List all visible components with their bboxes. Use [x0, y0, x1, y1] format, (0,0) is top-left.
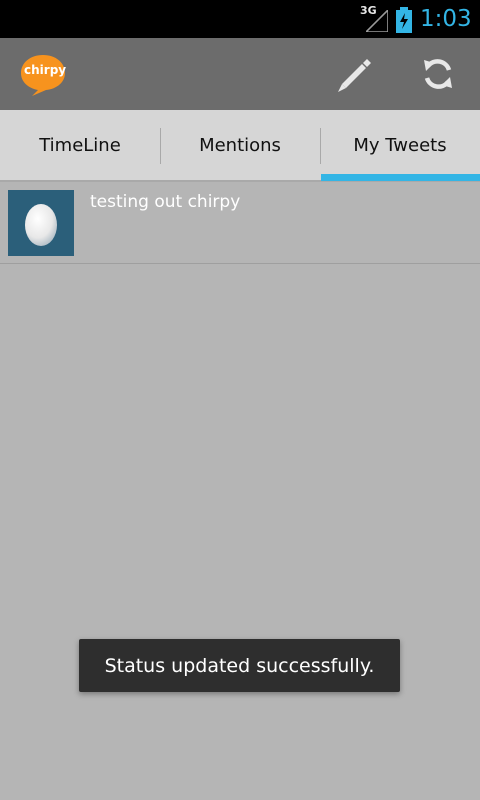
refresh-button[interactable] [402, 38, 474, 110]
refresh-icon [424, 59, 452, 89]
signal-icon [366, 10, 388, 32]
action-bar: chirpy [0, 38, 480, 110]
list-item[interactable]: testing out chirpy [0, 182, 480, 264]
compose-button[interactable] [318, 38, 390, 110]
tweet-text: testing out chirpy [90, 192, 241, 212]
network-indicator: 3G [360, 4, 390, 32]
tab-mentions[interactable]: Mentions [160, 110, 320, 180]
egg-avatar-icon [25, 204, 57, 246]
toast: Status updated successfully. [79, 639, 400, 692]
pencil-icon [338, 59, 371, 92]
avatar[interactable] [8, 190, 74, 256]
logo-text: chirpy [24, 63, 67, 77]
clock: 1:03 [420, 6, 472, 32]
tab-bar: TimeLine Mentions My Tweets [0, 110, 480, 182]
toast-message: Status updated successfully. [104, 654, 375, 677]
tab-timeline[interactable]: TimeLine [0, 110, 160, 180]
status-bar: 3G 1:03 [0, 0, 480, 38]
battery-charging-icon [396, 7, 412, 33]
selected-tab-indicator [321, 174, 480, 181]
tab-my-tweets[interactable]: My Tweets [320, 110, 480, 180]
app-logo[interactable]: chirpy [18, 53, 68, 97]
